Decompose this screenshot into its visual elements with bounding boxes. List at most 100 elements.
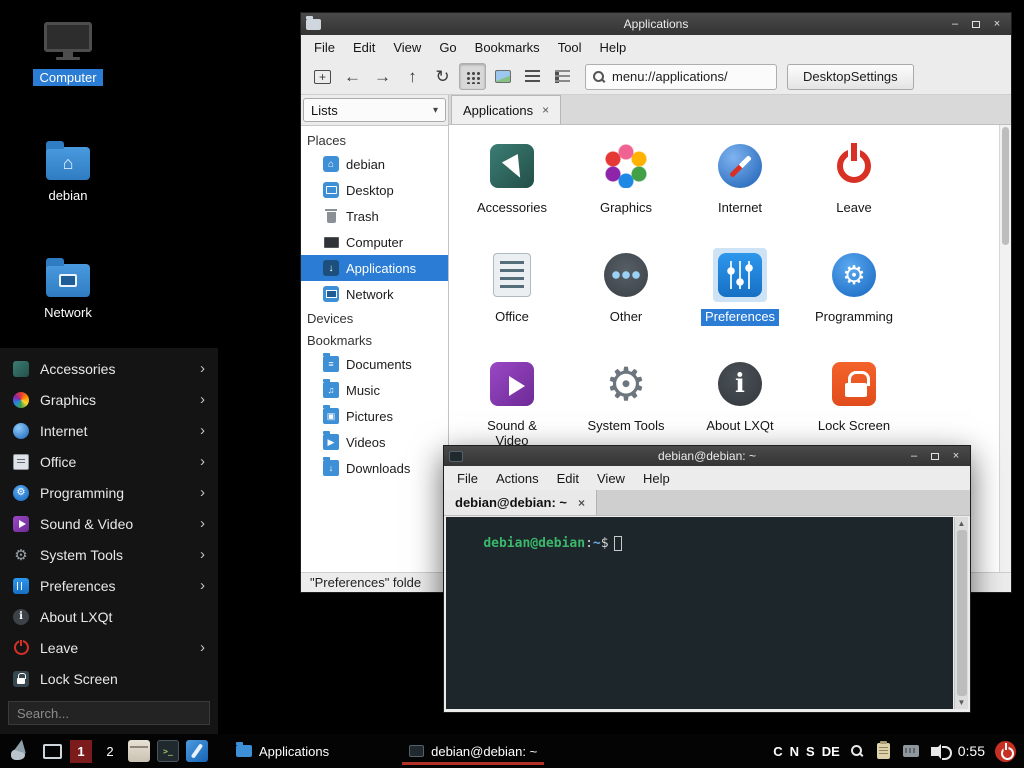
sidebar-item-videos[interactable]: ▶Videos	[301, 429, 448, 455]
refresh-button[interactable]: ↻	[429, 63, 456, 90]
thumbnail-view-button[interactable]	[489, 63, 516, 90]
scroll-down-icon[interactable]: ▼	[958, 698, 966, 707]
workspace-1-button[interactable]: 1	[70, 740, 92, 763]
maximize-button[interactable]	[926, 449, 944, 464]
clipboard-tray-icon[interactable]	[874, 741, 894, 761]
menu-view[interactable]: View	[384, 38, 430, 57]
app-item-internet[interactable]: Internet	[683, 134, 797, 243]
app-item-office[interactable]: Office	[455, 243, 569, 352]
minimize-button[interactable]: –	[905, 449, 923, 464]
menu-item-accessories[interactable]: Accessories›	[0, 353, 218, 384]
menu-edit[interactable]: Edit	[344, 38, 384, 57]
fm-scrollbar[interactable]	[999, 125, 1011, 572]
sidebar-item-downloads[interactable]: ↓Downloads	[301, 455, 448, 481]
desktop-icon-network[interactable]: Network	[16, 255, 120, 321]
close-button[interactable]: ×	[947, 449, 965, 464]
sidebar-item-debian[interactable]: ⌂debian	[301, 151, 448, 177]
start-menu-button[interactable]	[8, 738, 34, 764]
desktop-icon-debian[interactable]: ⌂ debian	[16, 138, 120, 204]
menu-actions[interactable]: Actions	[487, 469, 548, 488]
volume-icon[interactable]	[928, 741, 948, 761]
menu-tool[interactable]: Tool	[549, 38, 591, 57]
detailed-view-button[interactable]	[549, 63, 576, 90]
fm-window-title: Applications	[301, 17, 1011, 31]
app-item-programming[interactable]: ⚙ Programming	[797, 243, 911, 352]
keyboard-indicator[interactable]: C N S DE	[773, 744, 840, 759]
menu-item-sound-video[interactable]: Sound & Video›	[0, 508, 218, 539]
menu-item-preferences[interactable]: Preferences›	[0, 570, 218, 601]
quicklaunch-icon-3[interactable]	[186, 740, 208, 762]
tab-close-icon[interactable]: ×	[578, 496, 585, 510]
up-button[interactable]: ↑	[399, 63, 426, 90]
menu-file[interactable]: File	[448, 469, 487, 488]
terminal-tab[interactable]: debian@debian: ~ ×	[444, 490, 597, 515]
search-input[interactable]	[8, 701, 210, 725]
app-item-leave[interactable]: Leave	[797, 134, 911, 243]
new-tab-button[interactable]: +	[309, 63, 336, 90]
menu-view[interactable]: View	[588, 469, 634, 488]
terminal-scrollbar-thumb[interactable]	[957, 530, 967, 696]
terminal-screen[interactable]: debian@debian:~$	[446, 517, 953, 709]
accessories-category-icon	[485, 139, 539, 193]
app-item-graphics[interactable]: Graphics	[569, 134, 683, 243]
places-section-header: Places	[301, 129, 448, 151]
address-bar[interactable]: menu://applications/	[585, 64, 777, 90]
tab-close-icon[interactable]: ×	[542, 103, 549, 117]
indicator-caps: C	[773, 744, 782, 759]
sidebar-item-trash[interactable]: Trash	[301, 203, 448, 229]
show-desktop-button[interactable]	[41, 740, 63, 762]
menu-item-leave[interactable]: Leave›	[0, 632, 218, 663]
menu-item-system-tools[interactable]: ⚙System Tools›	[0, 539, 218, 570]
menu-go[interactable]: Go	[430, 38, 465, 57]
terminal-scrollbar[interactable]: ▲ ▼	[954, 517, 968, 709]
icon-view-button[interactable]	[459, 63, 486, 90]
menu-file[interactable]: File	[305, 38, 344, 57]
back-button[interactable]: ←	[339, 63, 366, 90]
fm-scrollbar-thumb[interactable]	[1002, 127, 1009, 245]
task-button-terminal[interactable]: debian@debian: ~	[400, 737, 546, 766]
sidebar-item-music[interactable]: ♫Music	[301, 377, 448, 403]
panel-tray-icon[interactable]	[901, 741, 921, 761]
sidebar-item-pictures[interactable]: ▣Pictures	[301, 403, 448, 429]
menu-item-internet[interactable]: Internet›	[0, 415, 218, 446]
preferences-icon	[13, 578, 29, 594]
sidebar-item-documents[interactable]: ≡Documents	[301, 351, 448, 377]
sidebar-item-network[interactable]: Network	[301, 281, 448, 307]
close-button[interactable]: ×	[988, 17, 1006, 32]
app-item-other[interactable]: Other	[569, 243, 683, 352]
menu-item-graphics[interactable]: Graphics›	[0, 384, 218, 415]
lists-combobox[interactable]: Lists ▾	[303, 98, 446, 122]
minimize-button[interactable]: –	[946, 17, 964, 32]
search-tray-icon[interactable]	[847, 741, 867, 761]
downloads-folder-icon: ↓	[323, 460, 339, 476]
menu-help[interactable]: Help	[591, 38, 636, 57]
quicklaunch-icon-1[interactable]	[128, 740, 150, 762]
menu-item-about-lxqt[interactable]: iAbout LXQt	[0, 601, 218, 632]
fm-titlebar[interactable]: Applications – ×	[301, 13, 1011, 35]
app-item-preferences[interactable]: Preferences	[683, 243, 797, 352]
forward-button[interactable]: →	[369, 63, 396, 90]
desktop-icon-computer[interactable]: Computer	[16, 22, 120, 86]
menu-edit[interactable]: Edit	[548, 469, 588, 488]
menu-item-lock-screen[interactable]: Lock Screen	[0, 663, 218, 694]
compact-view-button[interactable]	[519, 63, 546, 90]
menu-item-programming[interactable]: ⚙Programming›	[0, 477, 218, 508]
terminal-titlebar[interactable]: debian@debian: ~ – ×	[444, 446, 970, 466]
power-button[interactable]	[995, 741, 1016, 762]
scroll-up-icon[interactable]: ▲	[958, 519, 966, 528]
sidebar-item-desktop[interactable]: Desktop	[301, 177, 448, 203]
clock[interactable]: 0:55	[958, 743, 985, 759]
desktop-settings-button[interactable]: DesktopSettings	[787, 64, 914, 90]
quicklaunch-terminal-icon[interactable]	[157, 740, 179, 762]
task-button-applications[interactable]: Applications	[227, 737, 338, 766]
tab-applications[interactable]: Applications ×	[451, 95, 561, 124]
maximize-button[interactable]	[967, 17, 985, 32]
sidebar-item-applications[interactable]: ↓Applications	[301, 255, 448, 281]
fm-tabbar: Applications ×	[449, 95, 1011, 125]
menu-help[interactable]: Help	[634, 469, 679, 488]
menu-bookmarks[interactable]: Bookmarks	[466, 38, 549, 57]
workspace-2-button[interactable]: 2	[99, 740, 121, 763]
app-item-accessories[interactable]: Accessories	[455, 134, 569, 243]
sidebar-item-computer[interactable]: Computer	[301, 229, 448, 255]
menu-item-office[interactable]: Office›	[0, 446, 218, 477]
